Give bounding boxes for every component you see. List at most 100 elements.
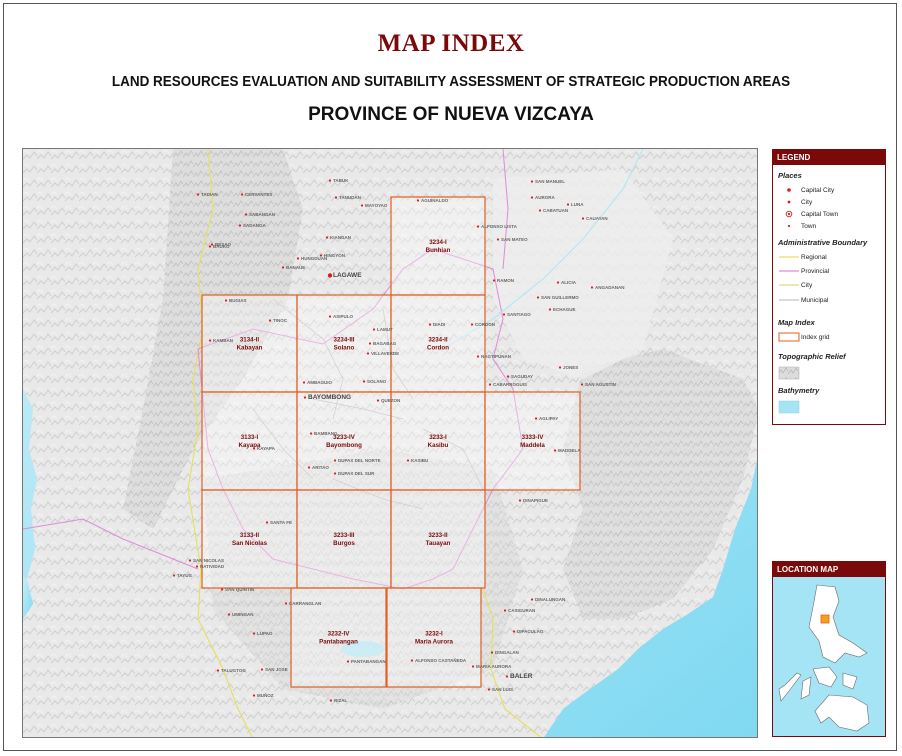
map-title: MAP INDEX <box>377 30 525 57</box>
place-marker <box>329 699 333 702</box>
index-grid-name: Solano <box>334 345 355 352</box>
place-marker <box>196 193 200 196</box>
place-marker <box>309 432 313 435</box>
place-marker <box>268 319 272 322</box>
place-label: BAMBANG <box>314 431 338 436</box>
place-label: CABARROGUIS <box>493 382 527 387</box>
place-marker <box>530 598 534 601</box>
place-label: UMINGAN <box>232 612 254 617</box>
place-marker <box>260 668 264 671</box>
index-grid-name: Pantabangan <box>319 639 358 646</box>
place-label: BESAO <box>215 242 232 247</box>
place-label: DINGALAN <box>495 650 519 655</box>
place-label: BAGABAG <box>373 341 397 346</box>
index-grid-cell[interactable]: 3134-IIKabayan <box>201 294 298 393</box>
main-map[interactable]: 3234-I Bunhian 3134-II Kabayan 3234-III Solan… <box>22 148 758 738</box>
place-label: TAYUG <box>177 573 193 578</box>
place-label: RIZAL <box>334 698 347 703</box>
index-grid-code: 3234-II <box>428 337 448 344</box>
place-label: ECHAGUE <box>553 307 576 312</box>
place-label: JONES <box>563 365 578 370</box>
place-marker <box>334 196 338 199</box>
place-marker <box>490 651 494 654</box>
place-label: TALUGTOG <box>221 668 246 673</box>
index-grid-name: Bunhian <box>426 247 451 254</box>
place-marker <box>487 688 491 691</box>
place-marker <box>410 659 414 662</box>
place-marker <box>534 417 538 420</box>
index-grid-cell[interactable]: 3133-IKayapa <box>201 391 298 491</box>
place-label: VILLAVERDE <box>371 351 399 356</box>
place-marker <box>558 366 562 369</box>
index-grid-code: 3232-I <box>425 631 443 638</box>
place-label: RAMON <box>497 278 514 283</box>
index-grid-cell[interactable]: 3133-IISan Nicolas <box>201 489 298 589</box>
place-label: CARRANGLAN <box>289 601 321 606</box>
place-label: CASIGURAN <box>508 608 535 613</box>
place-label: KAYAPA <box>257 446 276 451</box>
place-label: BALER <box>510 673 533 680</box>
place-marker <box>208 245 212 248</box>
place-marker <box>536 296 540 299</box>
place-marker <box>302 381 306 384</box>
place-label: KIANGAN <box>330 235 351 240</box>
index-grid-rect <box>390 489 486 589</box>
place-label: BAYOMBONG <box>308 394 351 401</box>
place-label: SANTIAGO <box>507 312 531 317</box>
index-grid-cell[interactable]: 3233-IIIBurgos <box>296 489 392 589</box>
index-grid-code: 3233-III <box>334 532 355 539</box>
legend-city-boundary: City <box>779 281 813 289</box>
legend-capital-town: Capital Town <box>777 209 838 219</box>
place-marker <box>553 449 557 452</box>
place-marker <box>580 383 584 386</box>
index-grid-cell[interactable]: 3233-IITauayan <box>390 489 486 589</box>
place-label: SAGUDAY <box>511 374 533 379</box>
map-index-heading: Map Index <box>778 318 815 327</box>
index-grid-cell[interactable]: 3232-IMaria Aurora <box>386 587 482 688</box>
index-grid-code: 3233-I <box>429 434 447 441</box>
legend-bathymetry-swatch <box>777 400 801 414</box>
place-label: DINALUNGAN <box>535 597 565 602</box>
index-grid-code: 3133-II <box>240 532 260 539</box>
index-grid-rect <box>201 391 298 491</box>
index-grid-rect <box>296 489 392 589</box>
place-marker <box>502 313 506 316</box>
place-marker <box>530 196 534 199</box>
index-grid-cell[interactable]: 3234-IICordon <box>390 294 486 393</box>
legend-panel: LEGEND Places Capital City City Capital … <box>772 149 886 425</box>
place-marker <box>220 588 224 591</box>
index-grid-rect <box>390 196 486 296</box>
map-subtitle: LAND RESOURCES EVALUATION AND SUITABILIT… <box>111 74 791 90</box>
place-label: LUPAO <box>257 631 273 636</box>
index-grid-cell[interactable]: 3234-IBunhian <box>390 196 486 296</box>
place-label: KAMBAN <box>213 338 233 343</box>
place-marker <box>238 224 242 227</box>
place-label: AMBAGUIO <box>307 380 332 385</box>
place-label: KASIBU <box>411 458 428 463</box>
index-grid-name: Maddela <box>520 442 545 449</box>
place-label: BUGIAS <box>229 298 247 303</box>
place-label: MUÑOZ <box>257 692 274 698</box>
index-grid-name: Tauayan <box>426 540 451 547</box>
place-marker <box>328 315 332 318</box>
place-marker <box>216 669 220 672</box>
place-label: ALFONSO CASTAÑEDA <box>415 657 467 663</box>
place-marker <box>195 565 199 568</box>
place-marker <box>368 342 372 345</box>
index-grid-code: 3333-IV <box>522 434 545 441</box>
place-marker <box>296 257 300 260</box>
place-marker <box>325 236 329 239</box>
place-label: SAN GUILLERMO <box>541 295 579 300</box>
place-marker <box>252 694 256 697</box>
place-marker <box>518 499 522 502</box>
place-marker <box>240 193 244 196</box>
place-marker <box>512 630 516 633</box>
place-marker <box>492 279 496 282</box>
place-marker <box>281 266 285 269</box>
place-label: TABUK <box>333 178 349 183</box>
index-grid-cell[interactable]: 3233-IKasibu <box>390 391 486 491</box>
place-marker <box>590 286 594 289</box>
place-marker <box>581 217 585 220</box>
index-grid-cell[interactable]: 3333-IVMaddela <box>484 391 581 491</box>
place-marker <box>548 308 552 311</box>
